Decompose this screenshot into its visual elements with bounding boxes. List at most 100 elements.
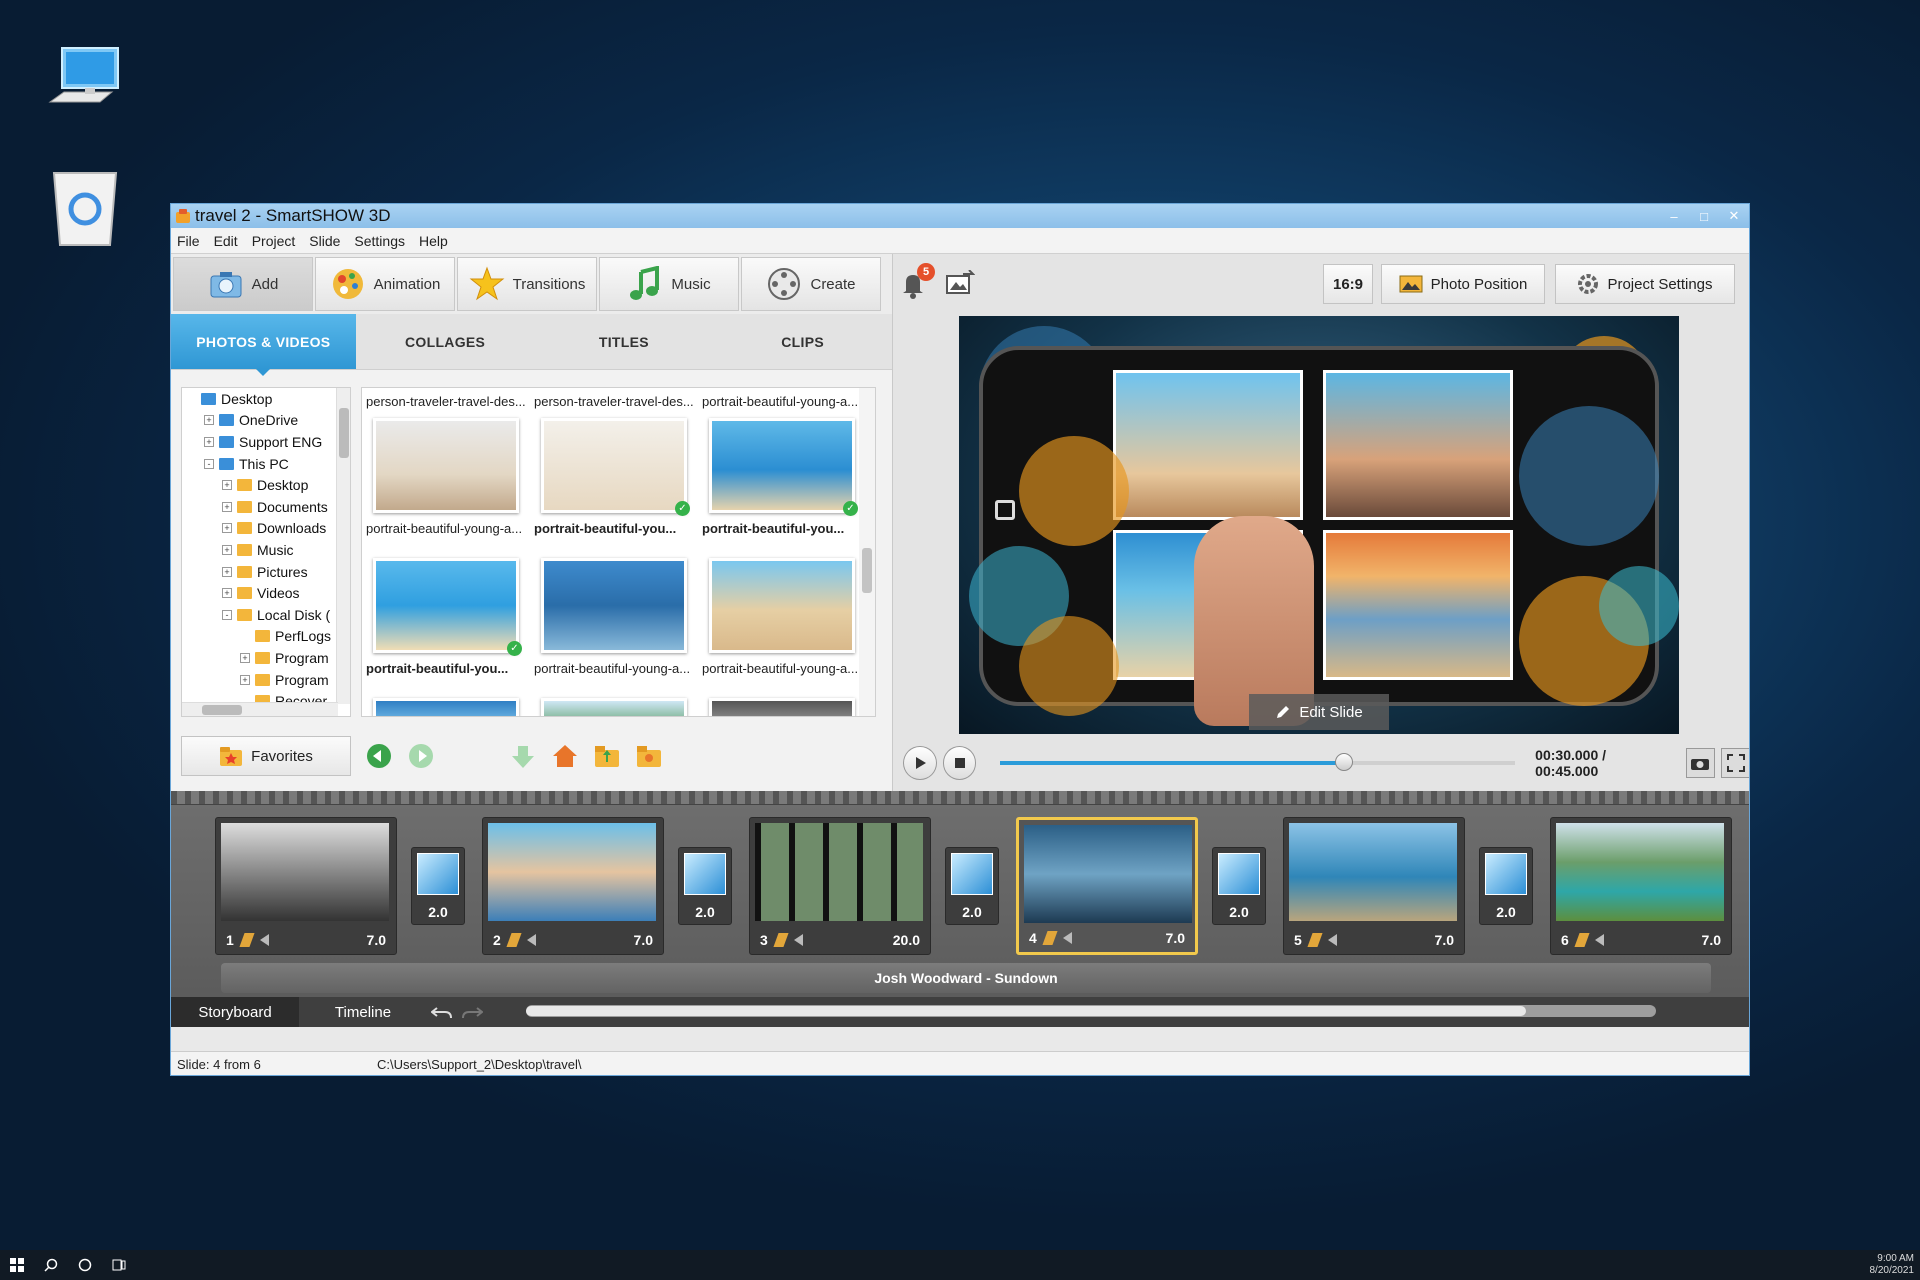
menu-file[interactable]: File [177,233,200,249]
expand-toggle-icon[interactable]: + [222,544,232,555]
back-arrow-icon[interactable] [365,742,393,770]
menu-settings[interactable]: Settings [354,233,405,249]
recycle-bin-icon[interactable] [40,165,130,255]
edit-pencil-icon[interactable] [773,933,789,947]
folder-tree-item[interactable]: + Program [182,647,350,669]
storyboard-slide[interactable]: 4 7.0 [1016,817,1198,955]
undo-icon[interactable] [427,997,457,1027]
fullscreen-icon[interactable] [1721,748,1749,778]
slide-thumbnail[interactable] [1024,825,1192,923]
favorites-button[interactable]: Favorites [181,736,351,776]
transition-thumbnail[interactable] [417,853,459,895]
speaker-icon[interactable] [526,934,536,946]
transitions-button[interactable]: Transitions [457,257,597,311]
tab-clips[interactable]: CLIPS [713,314,892,369]
tree-horizontal-scrollbar[interactable] [182,702,338,716]
notifications-bell-icon[interactable]: 5 [901,263,935,299]
transition-thumbnail[interactable] [1485,853,1527,895]
transition-thumbnail[interactable] [951,853,993,895]
tab-storyboard[interactable]: Storyboard [171,997,299,1027]
slide-thumbnail[interactable] [755,823,923,921]
collapse-toggle-icon[interactable]: - [204,458,214,469]
transition-thumbnail[interactable] [1218,853,1260,895]
edit-pencil-icon[interactable] [1307,933,1323,947]
home-icon[interactable] [551,742,579,770]
slide-preview[interactable]: Edit Slide [959,316,1679,734]
speaker-icon[interactable] [1327,934,1337,946]
folder-tree-item[interactable]: + Desktop [182,474,350,496]
animation-button[interactable]: Animation [315,257,455,311]
media-item[interactable]: ✓ portrait-beautiful-you... [702,418,862,536]
speaker-icon[interactable] [259,934,269,946]
folder-tree-item[interactable]: PerfLogs [182,626,350,648]
playback-slider[interactable] [1000,753,1516,771]
transition-tile[interactable]: 2.0 [411,847,465,925]
expand-toggle-icon[interactable]: + [222,480,232,491]
music-button[interactable]: Music [599,257,739,311]
menu-slide[interactable]: Slide [309,233,340,249]
system-clock[interactable]: 9:00 AM 8/20/2021 [1870,1253,1915,1277]
folder-tree-item[interactable]: - Local Disk ( [182,604,350,626]
storyboard-slide[interactable]: 1 7.0 [215,817,397,955]
slide-thumbnail[interactable] [1289,823,1457,921]
speaker-icon[interactable] [1062,932,1072,944]
share-image-icon[interactable] [945,268,976,299]
expand-toggle-icon[interactable]: + [240,674,250,685]
windows-start-icon[interactable] [0,1250,34,1280]
task-view-icon[interactable] [102,1250,136,1280]
media-thumbnail[interactable] [541,558,687,653]
speaker-icon[interactable] [793,934,803,946]
photo-position-button[interactable]: Photo Position [1381,264,1545,304]
slide-thumbnail[interactable] [488,823,656,921]
tab-timeline[interactable]: Timeline [299,997,427,1027]
edit-slide-button[interactable]: Edit Slide [1249,694,1389,730]
add-folder-icon[interactable] [593,742,621,770]
folder-tree-item[interactable]: + OneDrive [182,410,350,432]
project-settings-button[interactable]: Project Settings [1555,264,1735,304]
media-thumbnail[interactable] [709,698,855,716]
media-item[interactable]: portrait-beautiful-young-a... [702,558,862,676]
expand-toggle-icon[interactable]: + [222,501,232,512]
media-thumbnail[interactable]: ✓ [709,418,858,516]
stop-button[interactable] [942,746,977,780]
transition-thumbnail[interactable] [684,853,726,895]
play-button[interactable] [903,746,937,780]
media-thumbnail[interactable] [373,418,519,513]
playback-slider-handle[interactable] [1334,753,1353,771]
grid-vertical-scrollbar[interactable] [859,388,875,716]
storyboard-slide[interactable]: 6 7.0 [1550,817,1732,955]
minimize-button[interactable]: – [1659,204,1689,228]
edit-pencil-icon[interactable] [506,933,522,947]
maximize-button[interactable]: □ [1689,204,1719,228]
menu-project[interactable]: Project [252,233,296,249]
tree-vertical-scrollbar[interactable] [336,388,350,704]
slide-thumbnail[interactable] [221,823,389,921]
slide-thumbnail[interactable] [1556,823,1724,921]
collapse-toggle-icon[interactable]: - [222,609,232,620]
tab-collages[interactable]: COLLAGES [356,314,535,369]
redo-icon[interactable] [457,997,487,1027]
folder-tree-item[interactable]: + Music [182,539,350,561]
folder-settings-icon[interactable] [635,742,663,770]
expand-toggle-icon[interactable]: + [204,415,214,426]
down-arrow-icon[interactable] [509,742,537,770]
expand-toggle-icon[interactable]: + [240,652,250,663]
search-icon[interactable] [34,1250,68,1280]
folder-tree-item[interactable]: - This PC [182,453,350,475]
menu-edit[interactable]: Edit [214,233,238,249]
media-item[interactable]: ✓ portrait-beautiful-you... [366,558,526,676]
folder-tree-item[interactable]: + Pictures [182,561,350,583]
tab-photos-videos[interactable]: PHOTOS & VIDEOS [171,314,356,376]
transition-tile[interactable]: 2.0 [678,847,732,925]
expand-toggle-icon[interactable]: + [222,588,232,599]
forward-arrow-icon[interactable] [407,742,435,770]
edit-pencil-icon[interactable] [239,933,255,947]
media-item[interactable]: portrait-beautiful-young-a... [366,418,526,536]
folder-tree-item[interactable]: + Documents [182,496,350,518]
storyboard-scrollbar[interactable] [526,1005,1656,1017]
create-button[interactable]: Create [741,257,881,311]
aspect-ratio-button[interactable]: 16:9 [1323,264,1373,304]
edit-pencil-icon[interactable] [1574,933,1590,947]
folder-tree-item[interactable]: + Downloads [182,518,350,540]
storyboard-slide[interactable]: 5 7.0 [1283,817,1465,955]
